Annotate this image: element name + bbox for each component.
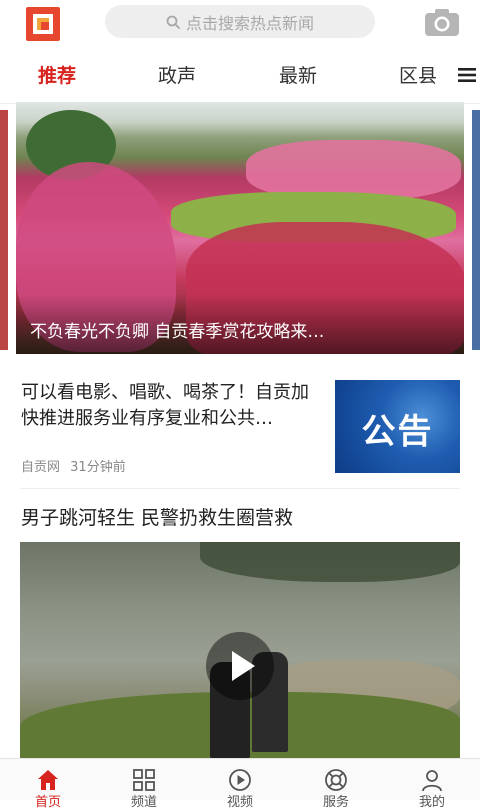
- article-title[interactable]: 可以看电影、唱歌、喝茶了！自贡加快推进服务业有序复业和公共…: [21, 380, 321, 432]
- nav-video[interactable]: 视频: [192, 759, 288, 810]
- article-thumbnail[interactable]: 公告: [335, 380, 460, 473]
- home-icon: [38, 770, 58, 790]
- search-icon: [166, 15, 180, 29]
- nav-label: 频道: [130, 795, 157, 810]
- menu-icon[interactable]: [458, 68, 476, 82]
- category-tabs: 推荐 政声 最新 区县: [0, 46, 480, 104]
- video-article-title[interactable]: 男子跳河轻生 民警扔救生圈营救: [21, 503, 293, 530]
- article-meta: 自贡网 31分钟前: [21, 456, 132, 475]
- tab-districts[interactable]: 区县: [399, 61, 437, 88]
- bottom-nav: 首页 频道 视频 服务 我的: [0, 758, 480, 810]
- hero-banner[interactable]: 不负春光不负卿 自贡春季赏花攻略来…: [16, 102, 464, 354]
- nav-label: 我的: [418, 795, 445, 810]
- nav-label: 视频: [226, 795, 253, 810]
- tab-recommend[interactable]: 推荐: [38, 61, 76, 88]
- tab-latest[interactable]: 最新: [279, 61, 317, 88]
- grid-icon: [133, 769, 155, 791]
- video-image-trees: [200, 542, 460, 582]
- app-logo[interactable]: [26, 7, 60, 41]
- top-bar: 点击搜索热点新闻: [0, 0, 480, 46]
- nav-home[interactable]: 首页: [0, 759, 96, 810]
- nav-services[interactable]: 服务: [288, 759, 384, 810]
- user-icon: [422, 770, 442, 792]
- thumbnail-text: 公告: [361, 412, 434, 452]
- divider: [20, 488, 460, 489]
- tab-politics[interactable]: 政声: [158, 61, 196, 88]
- nav-label: 服务: [322, 795, 349, 810]
- lifebuoy-icon: [325, 769, 347, 791]
- article-source: 自贡网: [21, 460, 61, 475]
- nav-channels[interactable]: 频道: [96, 759, 192, 810]
- camera-icon[interactable]: [424, 7, 460, 37]
- article-time: 31分钟前: [70, 460, 126, 475]
- play-button[interactable]: [206, 632, 274, 700]
- video-icon: [229, 769, 251, 791]
- hero-image-blossom: [246, 140, 461, 200]
- nav-label: 首页: [34, 795, 61, 810]
- video-thumbnail[interactable]: [20, 542, 460, 758]
- logo-inner-core: [41, 22, 49, 30]
- search-placeholder: 点击搜索热点新闻: [185, 13, 314, 33]
- nav-profile[interactable]: 我的: [384, 759, 480, 810]
- hero-caption: 不负春光不负卿 自贡春季赏花攻略来…: [30, 322, 325, 342]
- carousel-prev-peek[interactable]: [0, 110, 8, 350]
- play-icon: [232, 651, 255, 681]
- carousel-next-peek[interactable]: [472, 110, 480, 350]
- search-bar[interactable]: 点击搜索热点新闻: [105, 5, 375, 38]
